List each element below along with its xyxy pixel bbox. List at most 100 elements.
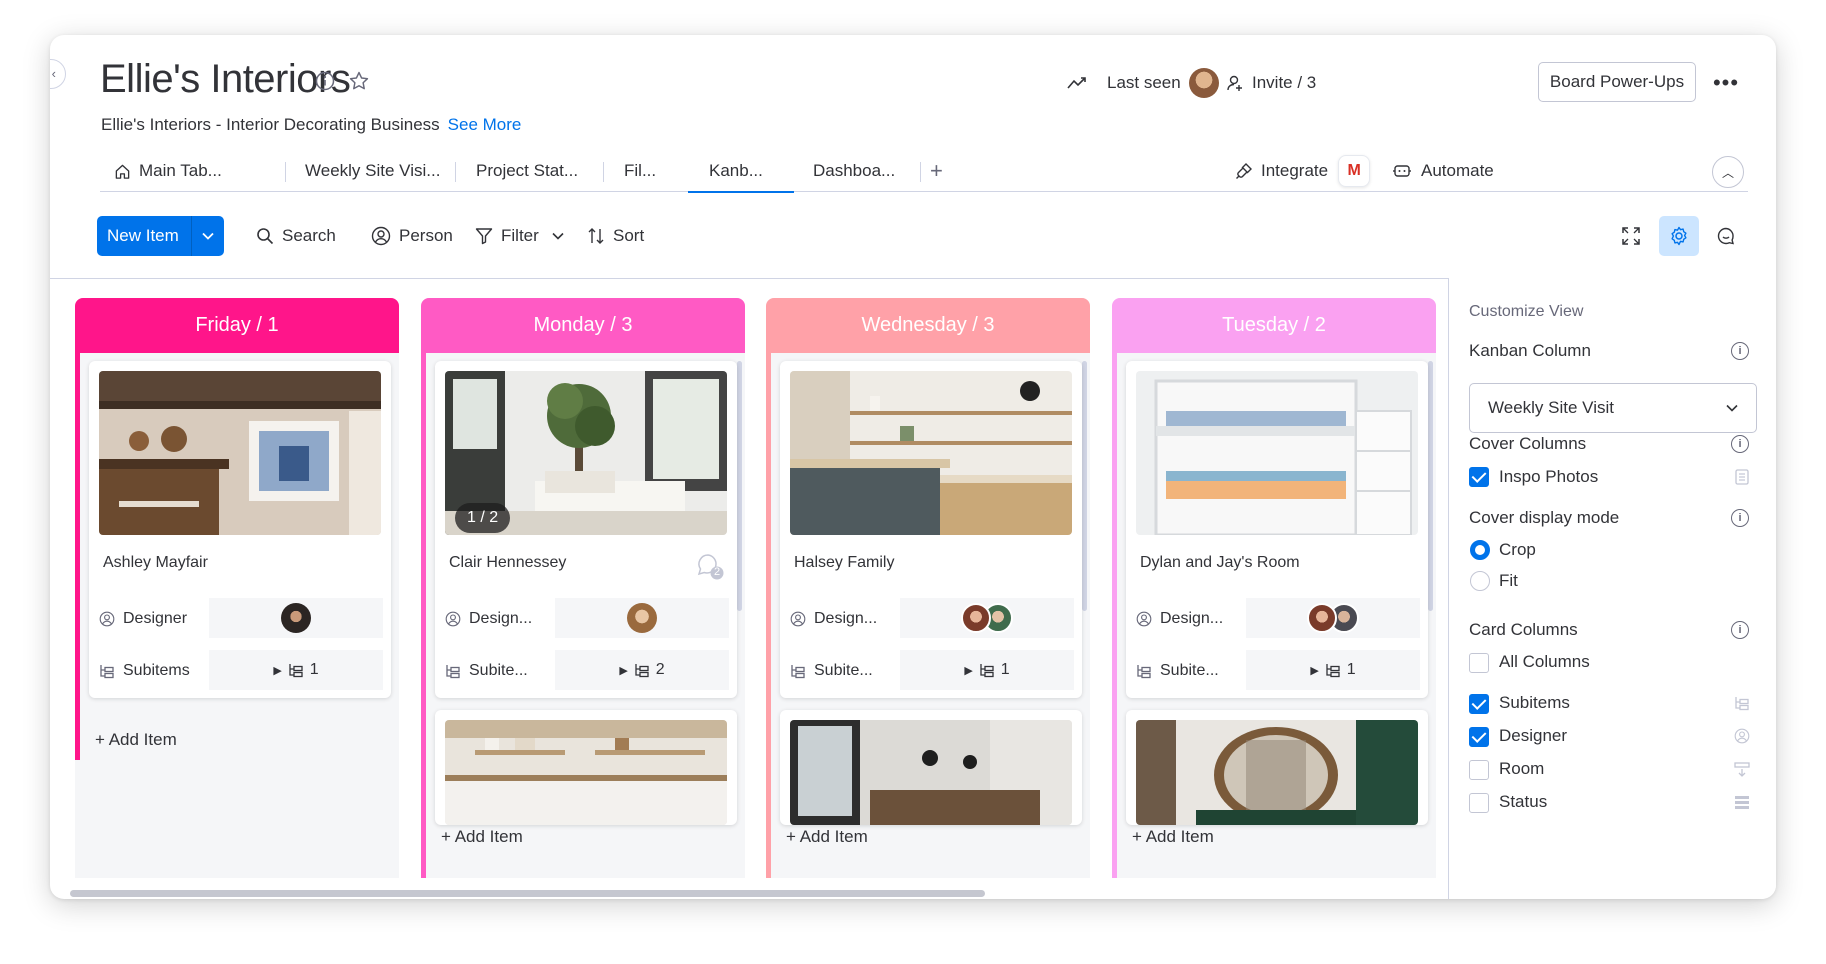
see-more-link[interactable]: See More xyxy=(448,115,522,134)
updates-icon[interactable]: 2 xyxy=(695,551,725,581)
card-title[interactable]: Clair Hennessey xyxy=(449,554,566,572)
kanban-card[interactable] xyxy=(780,710,1082,825)
kanban-card[interactable]: Halsey Family Design... Subite... ▶ 1 xyxy=(780,361,1082,698)
search-icon xyxy=(256,227,274,245)
add-item-button[interactable]: + Add Item xyxy=(786,827,868,847)
collapse-header-button[interactable]: ︿ xyxy=(1712,156,1744,188)
info-icon[interactable]: i xyxy=(1731,342,1749,360)
subitems-icon xyxy=(1137,665,1151,679)
column-scrollbar[interactable] xyxy=(737,361,742,611)
designer-cell[interactable] xyxy=(209,598,383,638)
search-button[interactable]: Search xyxy=(256,216,336,256)
tab-project-status[interactable]: Project Stat... xyxy=(476,150,578,192)
tab-dashboard[interactable]: Dashboa... xyxy=(813,150,895,192)
card-title[interactable]: Halsey Family xyxy=(794,554,894,572)
designer-option-label[interactable]: Designer xyxy=(1499,726,1567,746)
room-option-label[interactable]: Room xyxy=(1499,759,1544,779)
status-checkbox[interactable] xyxy=(1469,793,1489,813)
subitems-cell[interactable]: ▶ 1 xyxy=(900,650,1074,690)
subitems-cell[interactable]: ▶ 1 xyxy=(209,650,383,690)
file-icon xyxy=(1733,468,1751,486)
kanban-card[interactable]: Ashley Mayfair Designer Subitems ▶ 1 xyxy=(89,361,391,698)
designer-checkbox[interactable] xyxy=(1469,727,1489,747)
crop-label[interactable]: Crop xyxy=(1499,540,1536,560)
integrate-button[interactable]: Integrate M xyxy=(1235,150,1371,192)
subitems-icon xyxy=(100,665,114,679)
subitems-checkbox[interactable] xyxy=(1469,694,1489,714)
sidebar-collapse-button[interactable]: ‹ xyxy=(50,59,66,89)
fit-label[interactable]: Fit xyxy=(1499,571,1518,591)
activity-icon[interactable] xyxy=(1065,71,1089,95)
chat-icon[interactable] xyxy=(1706,216,1746,256)
crop-radio[interactable] xyxy=(1470,540,1490,560)
tab-main-table[interactable]: Main Tab... xyxy=(114,150,222,192)
column-scrollbar[interactable] xyxy=(1082,361,1087,611)
column-header[interactable]: Tuesday / 2 xyxy=(1112,298,1436,353)
designer-cell[interactable] xyxy=(900,598,1074,638)
tab-kanban[interactable]: Kanb... xyxy=(688,150,794,193)
automate-button[interactable]: Automate xyxy=(1392,150,1494,192)
cover-columns-label: Cover Columns xyxy=(1469,434,1587,453)
designer-cell[interactable] xyxy=(555,598,729,638)
sort-label: Sort xyxy=(613,226,645,245)
filter-dropdown-button[interactable] xyxy=(552,216,564,256)
panel-title: Customize View xyxy=(1469,303,1584,320)
subitems-label: Subite... xyxy=(1136,662,1219,680)
fullscreen-icon[interactable] xyxy=(1611,216,1651,256)
subitems-icon xyxy=(1326,664,1340,678)
kanban-card[interactable] xyxy=(435,710,737,825)
room-checkbox[interactable] xyxy=(1469,760,1489,780)
kanban-card[interactable]: 1 / 2 Clair Hennessey 2 Design... Subite… xyxy=(435,361,737,698)
inspo-photos-label[interactable]: Inspo Photos xyxy=(1499,467,1598,487)
all-columns-label[interactable]: All Columns xyxy=(1499,652,1590,672)
info-icon[interactable]: i xyxy=(1731,435,1749,453)
card-title[interactable]: Ashley Mayfair xyxy=(103,554,208,572)
subitems-cell[interactable]: ▶ 1 xyxy=(1246,650,1420,690)
horizontal-scrollbar[interactable] xyxy=(70,890,985,897)
chevron-left-icon: ‹ xyxy=(51,66,56,81)
kanban-column-select[interactable]: Weekly Site Visit xyxy=(1469,383,1757,433)
filter-icon xyxy=(475,227,493,245)
star-icon[interactable] xyxy=(347,69,371,93)
add-view-icon[interactable]: + xyxy=(930,150,943,192)
new-item-button[interactable]: New Item xyxy=(97,216,224,256)
board-power-ups-button[interactable]: Board Power-Ups xyxy=(1538,62,1696,102)
add-item-button[interactable]: + Add Item xyxy=(441,827,523,847)
status-option-label[interactable]: Status xyxy=(1499,792,1547,812)
info-icon[interactable]: i xyxy=(1731,621,1749,639)
tab-weekly-site-visit[interactable]: Weekly Site Visi... xyxy=(305,150,440,192)
subitems-option-label[interactable]: Subitems xyxy=(1499,693,1570,713)
chevron-down-icon[interactable] xyxy=(192,216,224,256)
fit-radio[interactable] xyxy=(1470,571,1490,591)
person-filter-button[interactable]: Person xyxy=(371,216,453,256)
sort-button[interactable]: Sort xyxy=(587,216,644,256)
cover-image: 1 / 2 xyxy=(445,371,727,535)
column-header[interactable]: Friday / 1 xyxy=(75,298,399,353)
column-scrollbar[interactable] xyxy=(1428,361,1433,611)
kanban-card[interactable] xyxy=(1126,710,1428,825)
info-icon[interactable]: i xyxy=(1731,509,1749,527)
column-header[interactable]: Wednesday / 3 xyxy=(766,298,1090,353)
settings-gear-icon[interactable] xyxy=(1659,216,1699,256)
add-item-button[interactable]: + Add Item xyxy=(1132,827,1214,847)
filter-button[interactable]: Filter xyxy=(475,216,539,256)
kanban-card[interactable]: Dylan and Jay's Room Design... Subite...… xyxy=(1126,361,1428,698)
invite-label: Invite / 3 xyxy=(1252,73,1317,92)
cover-display-mode-label: Cover display mode xyxy=(1469,508,1620,527)
tab-files[interactable]: Fil... xyxy=(624,150,656,192)
invite-button[interactable]: Invite / 3 xyxy=(1226,63,1316,103)
designer-cell[interactable] xyxy=(1246,598,1420,638)
last-seen-button[interactable]: Last seen xyxy=(1107,63,1219,103)
new-item-label[interactable]: New Item xyxy=(97,216,192,256)
card-title[interactable]: Dylan and Jay's Room xyxy=(1140,554,1300,572)
subitems-cell[interactable]: ▶ 2 xyxy=(555,650,729,690)
cover-image-counter[interactable]: 1 / 2 xyxy=(455,503,511,533)
caret-right-icon: ▶ xyxy=(964,664,973,677)
more-options-icon[interactable]: ••• xyxy=(1708,68,1744,98)
column-header[interactable]: Monday / 3 xyxy=(421,298,745,353)
designer-label: Design... xyxy=(445,610,532,628)
inspo-photos-checkbox[interactable] xyxy=(1469,467,1489,487)
all-columns-checkbox[interactable] xyxy=(1469,653,1489,673)
info-icon[interactable] xyxy=(313,69,337,93)
add-item-button[interactable]: + Add Item xyxy=(95,730,177,750)
